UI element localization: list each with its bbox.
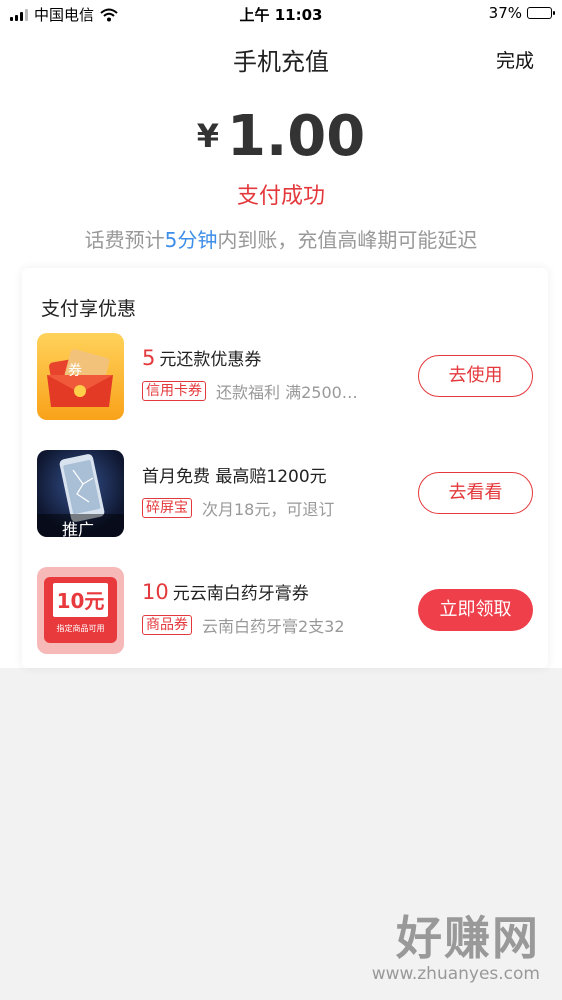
status-right: 37% xyxy=(488,4,555,22)
payment-amount: ¥1.00 xyxy=(0,104,562,169)
page-title: 手机充值 xyxy=(233,48,329,76)
offer-title: 5 元还款优惠券 xyxy=(142,345,261,370)
offer-title-text: 元云南白药牙膏券 xyxy=(172,584,309,604)
offer-subtitle: 商品券 云南白药牙膏2支32 xyxy=(142,613,345,637)
amount-value: 1.00 xyxy=(227,104,366,169)
cracked-phone-icon: 推广 xyxy=(37,450,124,537)
thumb-coupon-note: 指定商品可用 xyxy=(56,624,105,633)
site-watermark: 好赚网 www.zhuanyes.com xyxy=(372,902,540,984)
offers-title: 支付享优惠 xyxy=(41,298,137,320)
offer-desc: 还款福利 满2500… xyxy=(216,383,358,402)
status-time: 上午 11:03 xyxy=(239,6,323,24)
offer-title: 首月免费 最高赔1200元 xyxy=(142,462,327,487)
watermark-url: www.zhuanyes.com xyxy=(371,964,540,984)
use-coupon-button[interactable]: 去使用 xyxy=(418,355,533,397)
offer-amount: 10 xyxy=(142,580,169,604)
done-button[interactable]: 完成 xyxy=(496,46,534,73)
offer-subtitle: 碎屏宝 次月18元，可退订 xyxy=(142,496,334,520)
battery-percent: 37% xyxy=(488,4,522,22)
claim-coupon-button[interactable]: 立即领取 xyxy=(418,589,533,631)
toothpaste-coupon-icon: 10元 指定商品可用 xyxy=(37,567,124,654)
offer-title-text: 元还款优惠券 xyxy=(159,350,262,370)
notice-highlight: 5分钟 xyxy=(164,228,218,252)
offer-tag: 商品券 xyxy=(142,615,192,635)
notice-prefix: 话费预计 xyxy=(84,228,165,252)
offer-item[interactable]: 10元 指定商品可用 10 元云南白药牙膏券 商品券 云南白药牙膏2支32 立即领… xyxy=(22,567,548,657)
offer-item[interactable]: 券 5 元还款优惠券 信用卡券 还款福利 满2500… 去使用 xyxy=(22,333,548,423)
offer-item[interactable]: 推广 首月免费 最高赔1200元 碎屏宝 次月18元，可退订 去看看 xyxy=(22,450,548,540)
top-panel: 中国电信 上午 11:03 37% 手机充值 完成 ¥1.00 支付成功 话费预… xyxy=(0,0,562,668)
red-envelope-coupon-icon: 券 xyxy=(37,333,124,420)
payment-status: 支付成功 xyxy=(236,184,325,209)
status-bar: 中国电信 上午 11:03 37% xyxy=(0,0,562,28)
offer-title: 10 元云南白药牙膏券 xyxy=(142,579,309,604)
nav-bar: 手机充值 完成 xyxy=(0,32,562,82)
currency-symbol: ¥ xyxy=(196,117,220,155)
notice-suffix: 内到账，充值高峰期可能延迟 xyxy=(217,228,478,252)
offer-desc: 次月18元，可退订 xyxy=(202,500,335,519)
promo-label: 推广 xyxy=(62,520,95,537)
offer-subtitle: 信用卡券 还款福利 满2500… xyxy=(142,379,358,403)
thumb-coupon-text: 券 xyxy=(68,363,82,379)
arrival-notice: 话费预计5分钟内到账，充值高峰期可能延迟 xyxy=(0,224,562,253)
offer-tag: 信用卡券 xyxy=(142,381,206,401)
watermark-title: 好赚网 xyxy=(396,911,540,965)
view-offer-button[interactable]: 去看看 xyxy=(418,472,533,514)
offer-desc: 云南白药牙膏2支32 xyxy=(202,617,345,636)
thumb-coupon-value: 10元 xyxy=(56,589,105,613)
offer-amount: 5 xyxy=(142,346,156,370)
battery-icon xyxy=(527,7,555,19)
offers-card: 支付享优惠 券 5 元还款优惠券 信用卡券 还款福利 满2500… 去使用 推广… xyxy=(22,268,548,668)
offer-tag: 碎屏宝 xyxy=(142,498,192,518)
offer-title-text: 首月免费 最高赔1200元 xyxy=(142,467,327,487)
